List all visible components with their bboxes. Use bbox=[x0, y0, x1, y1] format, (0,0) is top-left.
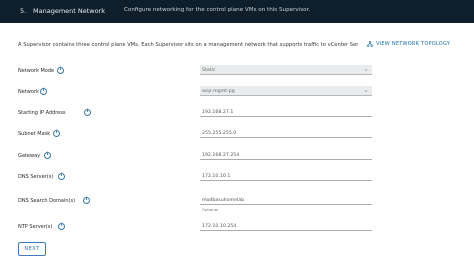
network-mode-row: Network Mode Static bbox=[0, 65, 474, 79]
subnet-mask-label: Subnet Mask bbox=[18, 131, 51, 137]
starting-ip-label: Starting IP Address bbox=[18, 110, 66, 116]
dns-servers-row: DNS Server(s) 172.10.10.1 bbox=[0, 171, 474, 185]
wizard-step-header: 5. Management Network Configure networki… bbox=[0, 0, 474, 23]
info-icon[interactable] bbox=[84, 109, 91, 116]
intro-text: A Supervisor contains three control plan… bbox=[18, 42, 358, 48]
step-description: Configure networking for the control pla… bbox=[124, 7, 311, 13]
info-icon[interactable] bbox=[53, 130, 60, 137]
info-icon[interactable] bbox=[44, 152, 51, 159]
next-button[interactable]: NEXT bbox=[18, 242, 46, 256]
info-icon[interactable] bbox=[57, 67, 64, 74]
chevron-down-icon bbox=[364, 69, 368, 72]
gateway-label: Gateway bbox=[18, 153, 41, 159]
gateway-row: Gateway 192.168.27.254 bbox=[0, 150, 474, 164]
topology-link-label: VIEW NETWORK TOPOLOGY bbox=[376, 41, 451, 47]
dns-search-input[interactable]: modbasuhomelab bbox=[200, 195, 372, 205]
ntp-servers-input[interactable]: 172.10.10.254 bbox=[200, 221, 372, 231]
subnet-mask-input[interactable]: 255.255.255.0 bbox=[200, 128, 372, 138]
dns-search-row: DNS Search Domain(s) modbasuhomelab Opti… bbox=[0, 195, 474, 215]
starting-ip-input[interactable]: 192.168.27.1 bbox=[200, 107, 372, 117]
ntp-servers-row: NTP Server(s) 172.10.10.254 bbox=[0, 221, 474, 235]
info-icon[interactable] bbox=[58, 223, 65, 230]
info-icon[interactable] bbox=[58, 173, 65, 180]
starting-ip-value: 192.168.27.1 bbox=[202, 109, 234, 115]
network-mode-select[interactable]: Static bbox=[200, 65, 372, 75]
dns-search-value: modbasuhomelab bbox=[202, 197, 245, 203]
topology-icon bbox=[367, 41, 373, 47]
dns-servers-label: DNS Server(s) bbox=[18, 174, 54, 180]
dns-search-label: DNS Search Domain(s) bbox=[18, 198, 76, 204]
ntp-servers-label: NTP Server(s) bbox=[18, 224, 53, 230]
chevron-down-icon bbox=[364, 90, 368, 93]
dns-servers-value: 172.10.10.1 bbox=[202, 173, 231, 179]
gateway-input[interactable]: 192.168.27.254 bbox=[200, 150, 372, 160]
network-mode-label: Network Mode bbox=[18, 68, 55, 74]
step-title: Management Network bbox=[33, 7, 106, 15]
dns-search-optional-hint: Optional bbox=[202, 207, 219, 212]
network-value: wcp-mgmt-pg bbox=[202, 88, 235, 94]
network-mode-value: Static bbox=[202, 67, 216, 73]
subnet-mask-value: 255.255.255.0 bbox=[202, 130, 237, 136]
network-label: Network bbox=[18, 89, 39, 95]
network-row: Network wcp-mgmt-pg bbox=[0, 86, 474, 100]
info-icon[interactable] bbox=[83, 197, 90, 204]
gateway-value: 192.168.27.254 bbox=[202, 152, 240, 158]
info-icon[interactable] bbox=[40, 88, 47, 95]
ntp-servers-value: 172.10.10.254 bbox=[202, 223, 237, 229]
network-select[interactable]: wcp-mgmt-pg bbox=[200, 86, 372, 96]
starting-ip-row: Starting IP Address 192.168.27.1 bbox=[0, 107, 474, 121]
step-number: 5. bbox=[20, 7, 27, 15]
view-network-topology-link[interactable]: VIEW NETWORK TOPOLOGY bbox=[367, 41, 450, 47]
dns-servers-input[interactable]: 172.10.10.1 bbox=[200, 171, 372, 181]
subnet-mask-row: Subnet Mask 255.255.255.0 bbox=[0, 128, 474, 142]
